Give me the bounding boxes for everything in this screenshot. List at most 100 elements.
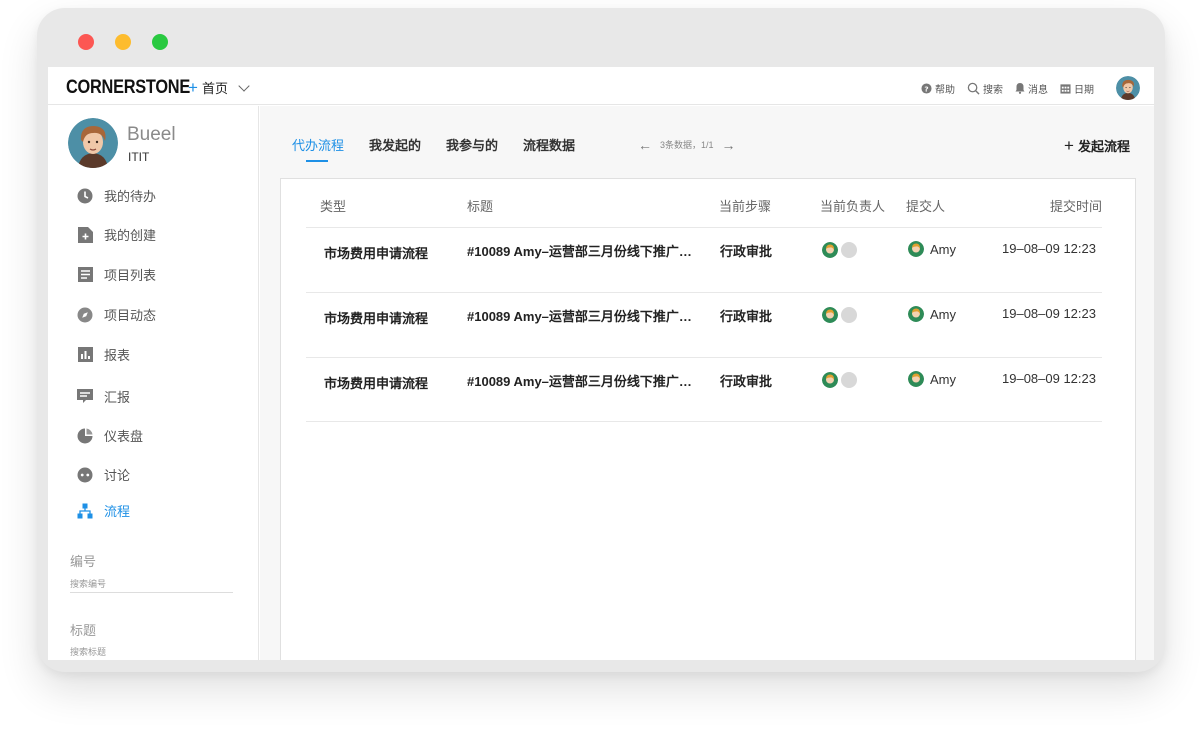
plus-icon: + bbox=[1064, 135, 1074, 155]
flow-step: 行政审批 bbox=[720, 309, 773, 324]
help-button[interactable]: ? 帮助 bbox=[921, 81, 955, 96]
app-screen: CORNERSTONE + 首页 ? 帮助 搜索 消息 日期 Bueel ITI… bbox=[48, 67, 1154, 660]
top-bar: CORNERSTONE + 首页 ? 帮助 搜索 消息 日期 bbox=[48, 67, 1154, 105]
list-doc-icon bbox=[76, 266, 94, 284]
flow-table: 类型 标题 当前步骤 当前负责人 提交人 提交时间 市场费用申请流程 #1008… bbox=[280, 178, 1136, 660]
column-header: 当前负责人 bbox=[820, 199, 886, 214]
submitter: Amy bbox=[908, 306, 956, 322]
tab-pending[interactable]: 代办流程 bbox=[292, 135, 344, 162]
calendar-icon bbox=[1060, 83, 1071, 94]
sidebar-item-activity[interactable]: 项目动态 bbox=[76, 305, 156, 324]
sidebar-item-flow[interactable]: 流程 bbox=[76, 501, 130, 520]
flow-title[interactable]: #10089 Amy–运营部三月份线下推广… bbox=[467, 241, 692, 260]
flow-title[interactable]: #10089 Amy–运营部三月份线下推广… bbox=[467, 306, 692, 325]
chevron-down-icon bbox=[238, 79, 250, 92]
sidebar-item-todo[interactable]: 我的待办 bbox=[76, 186, 156, 205]
home-menu[interactable]: + 首页 bbox=[188, 77, 250, 97]
sidebar-item-label: 流程 bbox=[104, 504, 131, 519]
avatar bbox=[822, 242, 838, 258]
clock-icon bbox=[76, 187, 94, 205]
flow-type: 市场费用申请流程 bbox=[324, 311, 429, 326]
minimize-window-button[interactable] bbox=[115, 34, 131, 50]
comment-icon bbox=[76, 388, 94, 406]
sidebar-item-projects[interactable]: 项目列表 bbox=[76, 265, 156, 284]
sidebar: Bueel ITIT 我的待办 我的创建 项目列表 项目动态 报表 汇报 仪表盘… bbox=[48, 106, 259, 660]
search-label: 搜索 bbox=[983, 84, 1003, 96]
flow-title[interactable]: #10089 Amy–运营部三月份线下推广… bbox=[467, 371, 692, 390]
help-label: 帮助 bbox=[935, 84, 955, 96]
bell-icon bbox=[1015, 83, 1025, 94]
profile bbox=[68, 118, 118, 168]
top-tools: ? 帮助 搜索 消息 日期 bbox=[921, 76, 1140, 100]
sidebar-item-briefing[interactable]: 汇报 bbox=[76, 387, 130, 406]
window-frame: CORNERSTONE + 首页 ? 帮助 搜索 消息 日期 Bueel ITI… bbox=[37, 8, 1165, 672]
start-flow-button[interactable]: + 发起流程 bbox=[1064, 136, 1130, 155]
search-button[interactable]: 搜索 bbox=[967, 81, 1003, 96]
sidebar-item-created[interactable]: 我的创建 bbox=[76, 225, 156, 244]
flow-step: 行政审批 bbox=[720, 374, 773, 389]
maximize-window-button[interactable] bbox=[152, 34, 168, 50]
sidebar-item-discussion[interactable]: 讨论 bbox=[76, 465, 130, 484]
home-label: 首页 bbox=[201, 81, 228, 96]
sidebar-item-label: 仪表盘 bbox=[104, 429, 144, 444]
bar-chart-icon bbox=[76, 346, 94, 364]
avatar bbox=[822, 372, 838, 388]
user-avatar[interactable] bbox=[1116, 76, 1140, 100]
messages-label: 消息 bbox=[1028, 84, 1048, 96]
sidebar-item-label: 项目列表 bbox=[104, 268, 157, 283]
current-owners bbox=[822, 242, 857, 258]
arrow-right-icon[interactable]: → bbox=[722, 138, 736, 152]
pie-icon bbox=[76, 427, 94, 445]
column-header: 当前步骤 bbox=[719, 199, 772, 214]
submit-time: 19–08–09 12:23 bbox=[1002, 241, 1096, 256]
arrow-left-icon[interactable]: ← bbox=[638, 138, 652, 152]
submitter-name: Amy bbox=[930, 306, 956, 322]
avatar bbox=[908, 371, 924, 387]
tab-participated[interactable]: 我参与的 bbox=[446, 135, 498, 154]
calendar-label: 日期 bbox=[1074, 84, 1094, 96]
column-header: 提交时间 bbox=[1050, 199, 1103, 214]
plus-icon: + bbox=[188, 77, 198, 97]
avatar bbox=[908, 241, 924, 257]
column-header: 提交人 bbox=[906, 199, 946, 214]
compass-icon bbox=[76, 306, 94, 324]
avatar-placeholder bbox=[841, 372, 857, 388]
sidebar-item-label: 我的创建 bbox=[104, 228, 157, 243]
tab-flow-data[interactable]: 流程数据 bbox=[523, 135, 575, 154]
number-search-input[interactable] bbox=[70, 575, 233, 593]
sidebar-item-label: 报表 bbox=[104, 348, 131, 363]
submitter-name: Amy bbox=[930, 241, 956, 257]
flow-type: 市场费用申请流程 bbox=[324, 246, 429, 261]
number-filter-label: 编号 bbox=[70, 554, 97, 569]
sidebar-item-label: 汇报 bbox=[104, 390, 131, 405]
tab-initiated[interactable]: 我发起的 bbox=[369, 135, 421, 154]
table-row[interactable]: 市场费用申请流程 #10089 Amy–运营部三月份线下推广… 行政审批 Amy… bbox=[306, 292, 1102, 357]
sidebar-item-label: 我的待办 bbox=[104, 189, 157, 204]
submit-time: 19–08–09 12:23 bbox=[1002, 371, 1096, 386]
column-header: 类型 bbox=[320, 199, 347, 214]
avatar-placeholder bbox=[841, 242, 857, 258]
calendar-button[interactable]: 日期 bbox=[1060, 81, 1094, 96]
messages-button[interactable]: 消息 bbox=[1015, 81, 1048, 96]
avatar bbox=[822, 307, 838, 323]
close-window-button[interactable] bbox=[78, 34, 94, 50]
start-flow-label: 发起流程 bbox=[1077, 139, 1130, 154]
sidebar-item-reports[interactable]: 报表 bbox=[76, 345, 130, 364]
submitter: Amy bbox=[908, 371, 956, 387]
logo[interactable]: CORNERSTONE bbox=[66, 77, 190, 99]
sidebar-item-dashboard[interactable]: 仪表盘 bbox=[76, 426, 143, 445]
avatar[interactable] bbox=[68, 118, 118, 168]
table-row[interactable]: 市场费用申请流程 #10089 Amy–运营部三月份线下推广… 行政审批 Amy… bbox=[306, 227, 1102, 292]
add-doc-icon bbox=[76, 226, 94, 244]
table-row[interactable]: 市场费用申请流程 #10089 Amy–运营部三月份线下推广… 行政审批 Amy… bbox=[306, 357, 1102, 422]
title-search-input[interactable] bbox=[70, 643, 233, 660]
flow-icon bbox=[76, 502, 94, 520]
search-icon bbox=[967, 82, 980, 95]
pager-text: 3条数据，1/1 bbox=[660, 140, 714, 150]
current-owners bbox=[822, 372, 857, 388]
sidebar-item-label: 讨论 bbox=[104, 468, 131, 483]
submitter-name: Amy bbox=[930, 371, 956, 387]
submit-time: 19–08–09 12:23 bbox=[1002, 306, 1096, 321]
avatar bbox=[908, 306, 924, 322]
profile-team: ITIT bbox=[128, 150, 150, 164]
